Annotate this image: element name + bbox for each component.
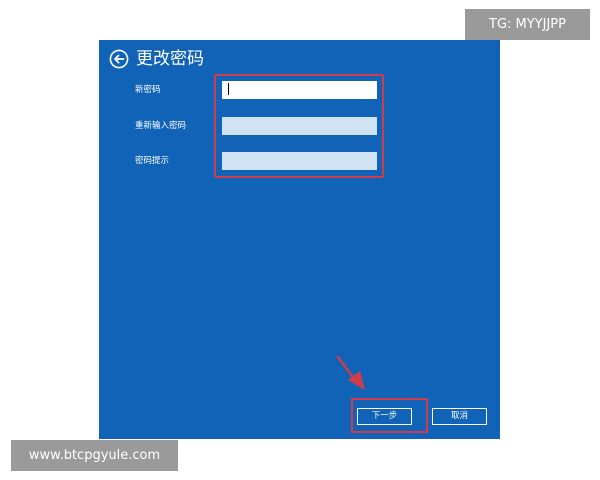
confirm-password-label: 重新输入密码 xyxy=(135,121,187,131)
back-arrow-circle-icon xyxy=(109,49,129,69)
inputs-highlight-box xyxy=(214,74,384,178)
dialog-title: 更改密码 xyxy=(136,49,204,69)
change-password-panel: 更改密码 新密码 重新输入密码 密码提示 下一步 取消 xyxy=(99,40,500,439)
watermark-bottom-left: www.btcpgyule.com xyxy=(11,440,178,471)
next-button[interactable]: 下一步 xyxy=(357,408,412,425)
watermark-top-right: TG: MYYJJPP xyxy=(465,9,590,40)
back-button[interactable] xyxy=(109,49,129,69)
cancel-button[interactable]: 取消 xyxy=(432,408,487,425)
red-arrow-icon xyxy=(336,355,365,390)
page: 更改密码 新密码 重新输入密码 密码提示 下一步 取消 TG: MYYJJPP … xyxy=(0,0,600,480)
password-hint-label: 密码提示 xyxy=(135,156,170,166)
new-password-label: 新密码 xyxy=(135,85,161,95)
